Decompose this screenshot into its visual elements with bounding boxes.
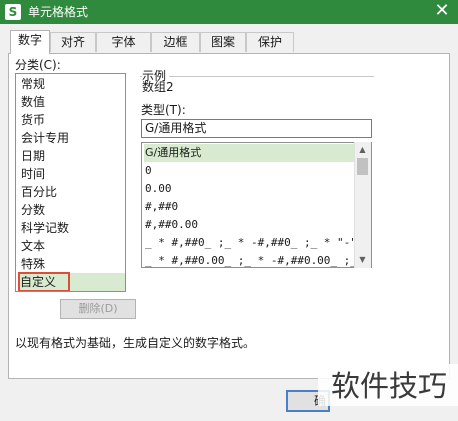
- category-item-label: 特殊: [21, 257, 46, 271]
- scroll-thumb[interactable]: [357, 158, 368, 175]
- category-item-label: 常规: [21, 77, 46, 91]
- category-item[interactable]: 数值: [19, 93, 124, 111]
- type-item[interactable]: #,##0: [144, 198, 357, 216]
- category-item[interactable]: 分数: [19, 201, 124, 219]
- scroll-down-icon[interactable]: ▼: [354, 252, 371, 268]
- category-item-label: 日期: [21, 149, 46, 163]
- type-label: 类型(T):: [141, 103, 186, 117]
- type-item[interactable]: #,##0.00: [144, 216, 357, 234]
- category-item-label: 会计专用: [21, 131, 70, 145]
- category-item[interactable]: 文本: [19, 237, 124, 255]
- tab-border[interactable]: 边框: [151, 32, 200, 52]
- category-item[interactable]: 货币: [19, 111, 124, 129]
- type-input[interactable]: G/通用格式: [141, 119, 372, 138]
- tab-alignment[interactable]: 对齐: [50, 32, 96, 52]
- type-item[interactable]: 0: [144, 162, 357, 180]
- sample-value: 数组2: [142, 80, 174, 94]
- delete-button[interactable]: 删除(D): [60, 299, 136, 319]
- category-item-label: 文本: [21, 239, 46, 253]
- tab-pattern[interactable]: 图案: [200, 32, 246, 52]
- category-item-label: 自定义: [20, 275, 57, 289]
- category-item-label: 分数: [21, 203, 46, 217]
- watermark: 软件技巧: [331, 369, 448, 403]
- close-button[interactable]: ✕: [428, 0, 456, 24]
- category-item[interactable]: 时间: [19, 165, 124, 183]
- tab-protection[interactable]: 保护: [246, 32, 294, 52]
- sample-group: [140, 76, 374, 96]
- tab-font[interactable]: 字体: [96, 32, 151, 52]
- category-item-selected[interactable]: 自定义: [18, 272, 125, 291]
- category-item[interactable]: 百分比: [19, 183, 124, 201]
- type-item-selected[interactable]: G/通用格式: [144, 144, 357, 162]
- category-item-label: 百分比: [21, 185, 58, 199]
- category-item-label: 时间: [21, 167, 46, 181]
- category-item[interactable]: 日期: [19, 147, 124, 165]
- description-text: 以现有格式为基础，生成自定义的数字格式。: [15, 336, 256, 350]
- dialog-title: 单元格格式: [28, 5, 89, 19]
- category-item-label: 数值: [21, 95, 46, 109]
- app-icon: S: [5, 4, 21, 20]
- type-list[interactable]: G/通用格式 0 0.00 #,##0 #,##0.00 _ * #,##0_ …: [141, 142, 372, 268]
- tab-number[interactable]: 数字: [10, 30, 50, 54]
- type-item[interactable]: 0.00: [144, 180, 357, 198]
- category-item-label: 货币: [21, 113, 46, 127]
- category-item-label: 科学记数: [21, 221, 70, 235]
- category-item[interactable]: 会计专用: [19, 129, 124, 147]
- category-label: 分类(C):: [15, 58, 61, 72]
- category-item[interactable]: 科学记数: [19, 219, 124, 237]
- category-item[interactable]: 特殊: [19, 255, 124, 273]
- type-item[interactable]: _ * #,##0_ ;_ * -#,##0_ ;_ * "-"…: [144, 234, 357, 252]
- type-item[interactable]: _ * #,##0.00_ ;_ * -#,##0.00_ ;_…: [144, 252, 357, 267]
- scroll-up-icon[interactable]: ▲: [354, 142, 371, 158]
- category-item[interactable]: 常规: [19, 75, 124, 93]
- category-list[interactable]: 常规 数值 货币 会计专用 日期 时间 百分比 分数 科学记数 文本 特殊 自定…: [15, 73, 126, 292]
